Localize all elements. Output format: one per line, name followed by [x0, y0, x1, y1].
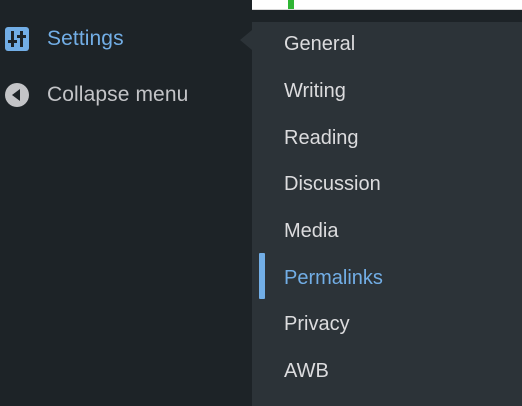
submenu-item-label: Privacy — [284, 312, 350, 335]
admin-sidebar: Settings Collapse menu — [0, 0, 252, 406]
collapse-menu-label: Collapse menu — [47, 83, 189, 106]
submenu-item-label: AWB — [284, 359, 329, 382]
current-item-marker — [259, 253, 265, 299]
submenu-item-general[interactable]: General — [252, 24, 522, 64]
submenu-item-writing[interactable]: Writing — [252, 71, 522, 111]
sidebar-item-settings-label: Settings — [47, 27, 124, 50]
submenu-item-permalinks[interactable]: Permalinks — [252, 253, 522, 299]
content-topbar — [252, 0, 522, 10]
submenu-item-label: Media — [284, 219, 339, 242]
submenu-item-privacy[interactable]: Privacy — [252, 304, 522, 344]
submenu-item-label: General — [284, 32, 356, 55]
submenu-item-label: Reading — [284, 126, 359, 149]
settings-submenu: General Writing Reading Discussion Media… — [252, 22, 522, 406]
submenu-item-media[interactable]: Media — [252, 211, 522, 251]
submenu-item-discussion[interactable]: Discussion — [252, 164, 522, 204]
submenu-item-reading[interactable]: Reading — [252, 118, 522, 158]
submenu-pointer — [240, 30, 252, 50]
collapse-arrow-icon — [4, 82, 30, 108]
submenu-item-label: Permalinks — [284, 266, 383, 289]
submenu-item-label: Writing — [284, 79, 346, 102]
collapse-menu-button[interactable]: Collapse menu — [0, 72, 252, 118]
sidebar-item-settings[interactable]: Settings — [0, 16, 252, 62]
submenu-item-label: Discussion — [284, 172, 381, 195]
submenu-item-awb[interactable]: AWB — [252, 351, 522, 391]
sliders-icon — [4, 26, 30, 52]
topbar-accent-strip — [288, 0, 294, 9]
